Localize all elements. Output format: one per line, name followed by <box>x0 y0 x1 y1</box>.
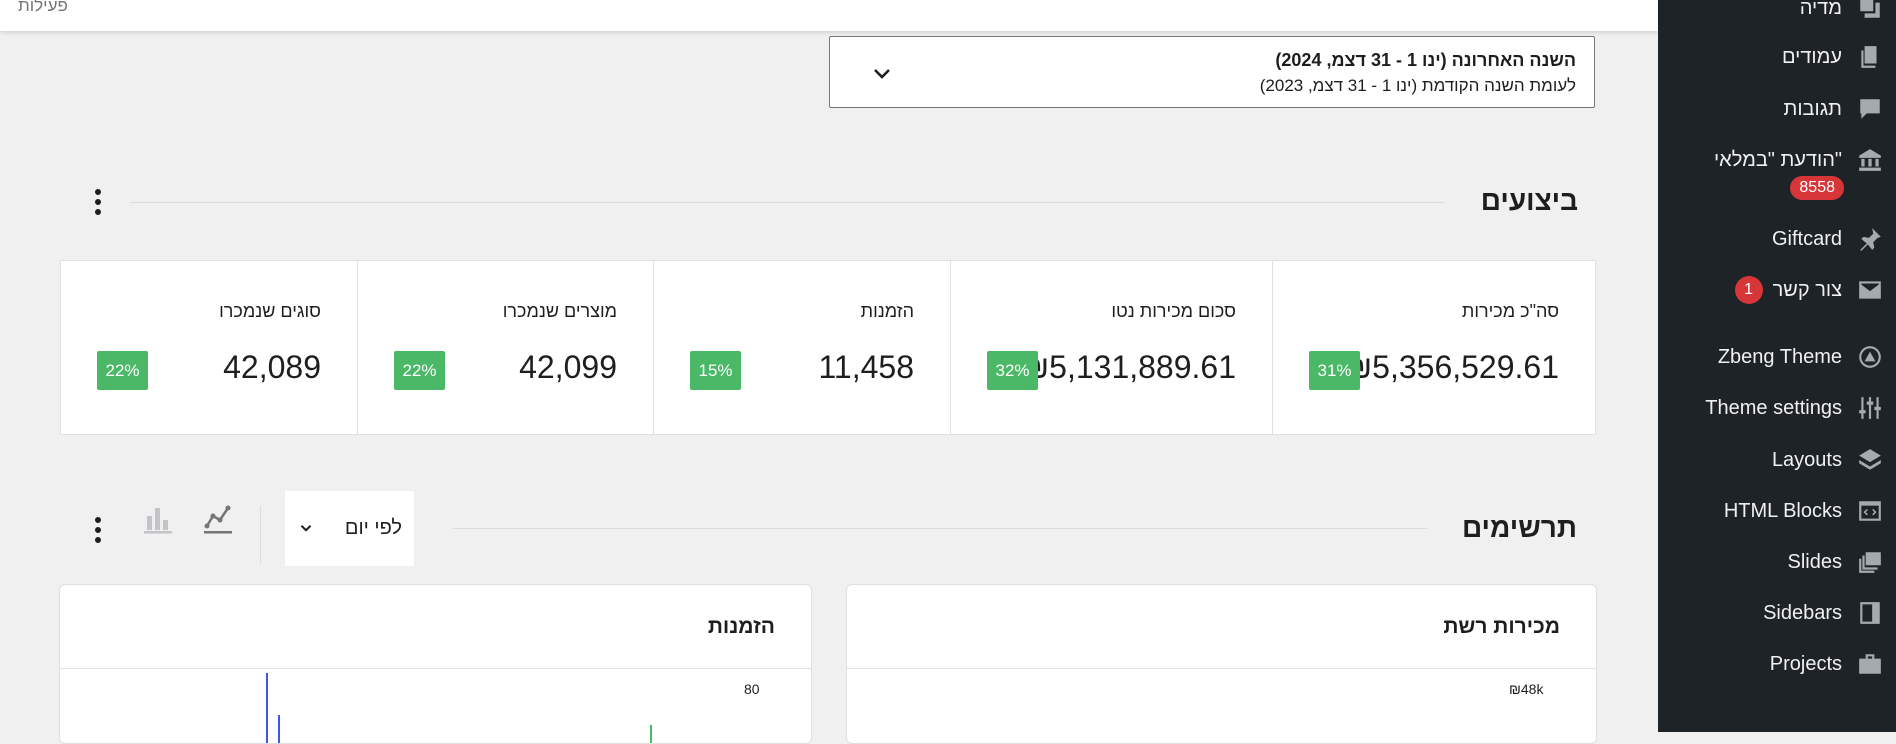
contact-badge: 1 <box>1734 276 1763 304</box>
charts-divider <box>453 528 1427 529</box>
card-label: סה"כ מכירות <box>1461 301 1559 321</box>
performance-title: ביצועים <box>1480 185 1578 216</box>
sidebar-item-label: צור קשר <box>1772 278 1842 301</box>
sidebar-item-html-blocks[interactable]: HTML Blocks <box>1658 491 1896 531</box>
stock-notify-badge: 8558 <box>1790 176 1844 200</box>
sidebar-item-stock-notify[interactable]: הודעת "במלאי" <box>1658 140 1896 180</box>
sidebar-item-label: Slides <box>1787 550 1842 573</box>
charts-title: תרשימים <box>1461 512 1577 543</box>
code-icon <box>1856 497 1884 525</box>
sidebar-item-label: Sidebars <box>1763 601 1842 624</box>
slides-icon <box>1856 548 1884 576</box>
y-axis-tick: 80 <box>744 681 760 697</box>
delta-badge: 22% <box>394 351 445 390</box>
briefcase-icon <box>1856 650 1884 678</box>
chart-panel-divider <box>847 668 1596 669</box>
pages-icon <box>1856 43 1884 71</box>
sidebar-item-pages[interactable]: עמודים <box>1658 37 1896 77</box>
sidebar-item-label: הודעת "במלאי" <box>1713 148 1842 171</box>
sidebar-item-label: HTML Blocks <box>1723 499 1842 522</box>
card-label: סכום מכירות נטו <box>1111 301 1236 321</box>
sidebar-item-label: Giftcard <box>1771 227 1842 250</box>
performance-divider <box>130 202 1445 203</box>
sidebar-item-slides[interactable]: Slides <box>1658 542 1896 582</box>
y-axis-tick: ₪48k <box>1509 681 1544 697</box>
sidebar-item-theme-settings[interactable]: Theme settings <box>1658 388 1896 428</box>
layers-icon <box>1856 446 1884 474</box>
card-variations-sold[interactable]: סוגים שנמכרו 42,089 22% <box>61 261 357 434</box>
sidebar-item-media[interactable]: מדיה <box>1658 0 1896 28</box>
bar-chart-icon[interactable] <box>143 502 173 534</box>
date-range-selector[interactable]: השנה האחרונה (ינו 1 - 31 דצמ, 2024) לעומ… <box>829 36 1595 108</box>
sidebar-item-zbeng-theme[interactable]: Zbeng Theme <box>1658 337 1896 377</box>
chart-panel-net-sales: מכירות רשת ₪48k <box>846 584 1597 744</box>
sidebar-item-label: עמודים <box>1781 45 1842 68</box>
card-total-sales[interactable]: סה"כ מכירות ₪5,356,529.61 31% <box>1272 261 1595 434</box>
card-value: 42,089 <box>223 349 321 385</box>
sidebar-item-label: Layouts <box>1771 448 1842 471</box>
date-range-primary: השנה האחרונה (ינו 1 - 31 דצמ, 2024) <box>1275 50 1576 70</box>
card-products-sold[interactable]: מוצרים שנמכרו 42,099 22% <box>357 261 653 434</box>
top-header-bar: פעילות <box>0 0 1658 31</box>
card-label: מוצרים שנמכרו <box>502 301 617 321</box>
sidebar-item-giftcard[interactable]: Giftcard <box>1658 219 1896 259</box>
chart-panel-orders: הזמנות 80 <box>59 584 812 744</box>
chart-panel-title: מכירות רשת <box>1443 615 1560 638</box>
sidebar-icon <box>1856 599 1884 627</box>
chart-bar <box>266 673 268 743</box>
chart-panel-title: הזמנות <box>707 615 775 638</box>
sidebar-item-label: Theme settings <box>1705 396 1842 419</box>
chevron-down-icon <box>874 69 890 79</box>
sidebar-item-projects[interactable]: Projects <box>1658 644 1896 684</box>
card-value: ₪5,356,529.61 <box>1344 349 1559 385</box>
admin-sidebar: מדיה עמודים תגובות הודעת "במלאי" 8558 Gi… <box>1658 0 1896 732</box>
line-chart-icon[interactable] <box>203 502 233 534</box>
sidebar-item-contact[interactable]: 1 צור קשר <box>1658 270 1896 310</box>
sidebar-item-comments[interactable]: תגובות <box>1658 89 1896 129</box>
charts-menu-icon[interactable] <box>93 514 103 548</box>
card-net-sales[interactable]: סכום מכירות נטו ₪5,131,889.61 32% <box>950 261 1272 434</box>
bank-icon <box>1856 146 1884 174</box>
activity-button[interactable]: פעילות <box>18 0 68 16</box>
performance-cards: סה"כ מכירות ₪5,356,529.61 31% סכום מכירו… <box>60 260 1596 435</box>
comments-icon <box>1856 95 1884 123</box>
mail-icon <box>1856 276 1884 304</box>
sidebar-item-label: מדיה <box>1799 0 1842 19</box>
date-range-compare: לעומת השנה הקודמת (ינו 1 - 31 דצמ, 2023) <box>1259 76 1576 95</box>
sliders-icon <box>1856 394 1884 422</box>
chart-panel-divider <box>60 668 811 669</box>
card-label: סוגים שנמכרו <box>219 301 321 321</box>
card-value: ₪5,131,889.61 <box>1021 349 1236 385</box>
chevron-down-icon <box>300 525 312 532</box>
sidebar-item-label: Zbeng Theme <box>1717 345 1842 368</box>
card-value: 11,458 <box>818 349 915 385</box>
sidebar-item-label: Projects <box>1769 652 1842 675</box>
sidebar-item-layouts[interactable]: Layouts <box>1658 440 1896 480</box>
delta-badge: 32% <box>987 351 1038 390</box>
chart-bar <box>278 715 280 743</box>
chart-bar <box>650 725 652 743</box>
interval-value: לפי יום <box>344 517 402 539</box>
card-orders[interactable]: הזמנות 11,458 15% <box>653 261 950 434</box>
theme-icon <box>1856 343 1884 371</box>
controls-separator <box>260 506 261 564</box>
card-label: הזמנות <box>860 301 914 321</box>
interval-select[interactable]: לפי יום <box>285 491 414 566</box>
pin-icon <box>1856 225 1884 253</box>
sidebar-item-sidebars[interactable]: Sidebars <box>1658 593 1896 633</box>
sidebar-item-label: תגובות <box>1783 97 1842 120</box>
delta-badge: 15% <box>690 351 741 390</box>
performance-menu-icon[interactable] <box>93 186 103 220</box>
delta-badge: 22% <box>97 351 148 390</box>
delta-badge: 31% <box>1309 351 1360 390</box>
media-icon <box>1856 0 1884 22</box>
card-value: 42,099 <box>519 349 617 385</box>
